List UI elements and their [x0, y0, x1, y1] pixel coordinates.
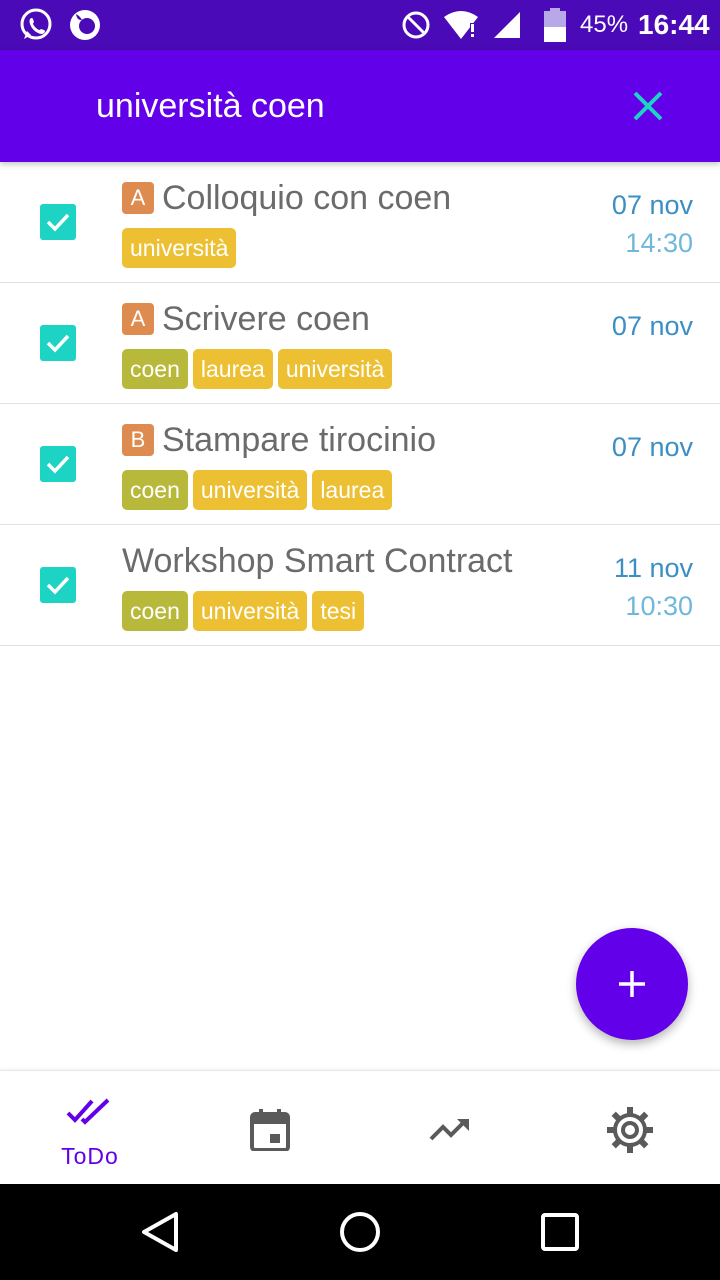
priority-badge: A — [122, 303, 154, 335]
task-checkbox[interactable] — [40, 204, 76, 240]
task-title-line: A Scrivere coen — [122, 297, 370, 341]
recents-icon[interactable] — [536, 1208, 584, 1256]
task-row[interactable]: A Colloquio con coen università 07 nov 1… — [0, 162, 720, 283]
task-title: Scrivere coen — [162, 299, 370, 338]
task-time: 14:30 — [625, 228, 693, 258]
task-tags: coen università tesi — [122, 591, 365, 631]
task-row[interactable]: A Scrivere coen coen laurea università 0… — [0, 283, 720, 404]
trending-up-icon — [429, 1115, 471, 1148]
task-row[interactable]: B Stampare tirocinio coen università lau… — [0, 404, 720, 525]
whatsapp-icon — [18, 0, 54, 50]
tag: laurea — [312, 470, 393, 510]
clock: 16:44 — [638, 9, 710, 40]
calendar-icon — [250, 1109, 290, 1156]
tag: università — [277, 349, 393, 389]
firefox-icon — [68, 0, 102, 50]
task-checkbox[interactable] — [40, 446, 76, 482]
tag: università — [122, 228, 237, 268]
task-tags: università — [122, 228, 237, 268]
do-not-disturb-icon — [400, 0, 432, 50]
task-date: 07 nov — [611, 311, 693, 341]
task-list: A Colloquio con coen università 07 nov 1… — [0, 162, 720, 646]
nav-item-settings[interactable] — [540, 1071, 720, 1185]
status-bar: 45% 16:44 — [0, 0, 720, 50]
task-title: Stampare tirocinio — [162, 420, 437, 459]
task-title-line: Workshop Smart Contract — [122, 539, 513, 583]
close-icon[interactable] — [624, 82, 672, 130]
tag: tesi — [312, 591, 365, 631]
task-checkbox[interactable] — [40, 567, 76, 603]
add-task-button[interactable] — [576, 928, 688, 1040]
task-date: 07 nov — [611, 432, 693, 462]
double-check-icon — [66, 1097, 114, 1132]
plus-icon — [619, 971, 645, 997]
task-row[interactable]: Workshop Smart Contract coen università … — [0, 525, 720, 646]
back-icon[interactable] — [136, 1208, 184, 1256]
task-title: Colloquio con coen — [162, 178, 452, 217]
task-checkbox[interactable] — [40, 325, 76, 361]
tag: coen — [122, 470, 188, 510]
task-date: 07 nov — [611, 190, 693, 220]
system-navigation-bar — [0, 1184, 720, 1280]
tag: coen — [122, 591, 188, 631]
bottom-navigation: ToDo — [0, 1070, 720, 1185]
search-header: università coen — [0, 50, 720, 162]
nav-item-calendar[interactable] — [180, 1071, 360, 1185]
priority-badge: B — [122, 424, 154, 456]
task-tags: coen università laurea — [122, 470, 393, 510]
signal-icon — [492, 0, 522, 50]
task-title: Workshop Smart Contract — [122, 541, 513, 580]
task-title-line: B Stampare tirocinio — [122, 418, 436, 462]
nav-item-todo[interactable]: ToDo — [0, 1071, 180, 1185]
task-time: 10:30 — [625, 591, 693, 621]
priority-badge: A — [122, 182, 154, 214]
search-query-text[interactable]: università coen — [96, 50, 325, 162]
battery-percentage: 45% — [580, 11, 629, 38]
settings-icon — [605, 1105, 655, 1160]
tag: università — [192, 591, 308, 631]
battery-icon — [544, 0, 566, 50]
nav-label-todo: ToDo — [61, 1143, 119, 1169]
tag: laurea — [192, 349, 273, 389]
tag: coen — [122, 349, 188, 389]
nav-item-stats[interactable] — [360, 1071, 540, 1185]
task-title-line: A Colloquio con coen — [122, 176, 451, 220]
task-tags: coen laurea università — [122, 349, 393, 389]
wifi-icon — [442, 0, 480, 50]
tag: università — [192, 470, 308, 510]
home-icon[interactable] — [336, 1208, 384, 1256]
task-date: 11 nov — [613, 553, 693, 583]
